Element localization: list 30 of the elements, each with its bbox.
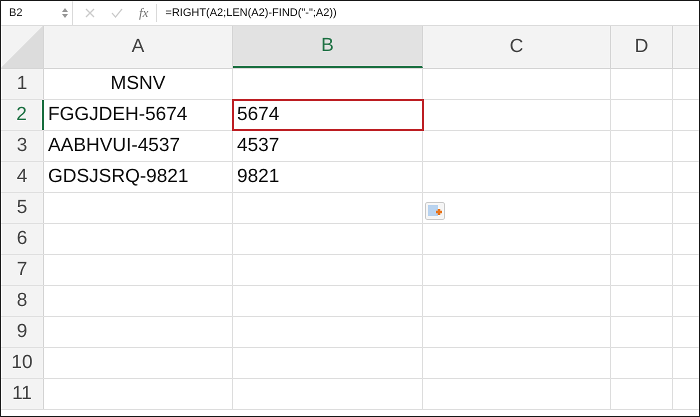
row-header[interactable]: 8 [1,286,44,316]
column-header[interactable]: B [233,26,423,68]
cell-text: AABHVUI-4537 [48,134,180,158]
stepper-icon[interactable] [62,7,68,19]
row-header[interactable]: 5 [1,193,44,223]
cancel-icon[interactable] [85,8,95,18]
paste-options-icon[interactable] [425,202,445,220]
cell-text: 4537 [237,134,280,158]
row-header[interactable]: 1 [1,69,44,99]
select-all-corner[interactable] [1,26,44,68]
row-header[interactable]: 11 [1,379,44,409]
row-header[interactable]: 9 [1,317,44,347]
check-icon[interactable] [111,8,123,18]
row-header[interactable]: 4 [1,162,44,192]
cell-text: MSNV [110,72,166,96]
row-header[interactable]: 6 [1,224,44,254]
cell-text: 9821 [237,164,280,189]
selected-cell[interactable]: 5674 [233,100,423,130]
name-box[interactable]: B2 [9,4,22,22]
row-header[interactable]: 10 [1,348,44,378]
row-header[interactable]: 2 [1,100,44,130]
column-header[interactable]: D [611,26,673,68]
row-header[interactable]: 7 [1,255,44,285]
row-header[interactable]: 3 [1,131,44,161]
column-header[interactable]: C [423,26,611,68]
formula-text[interactable]: =RIGHT(A2;LEN(A2)-FIND("-";A2)) [165,4,337,22]
cell-text: FGGJDEH-5674 [48,102,188,127]
cell-text: 5674 [237,102,280,127]
cell-text: GDSJSRQ-9821 [48,164,188,189]
function-label[interactable]: fx [139,3,148,23]
